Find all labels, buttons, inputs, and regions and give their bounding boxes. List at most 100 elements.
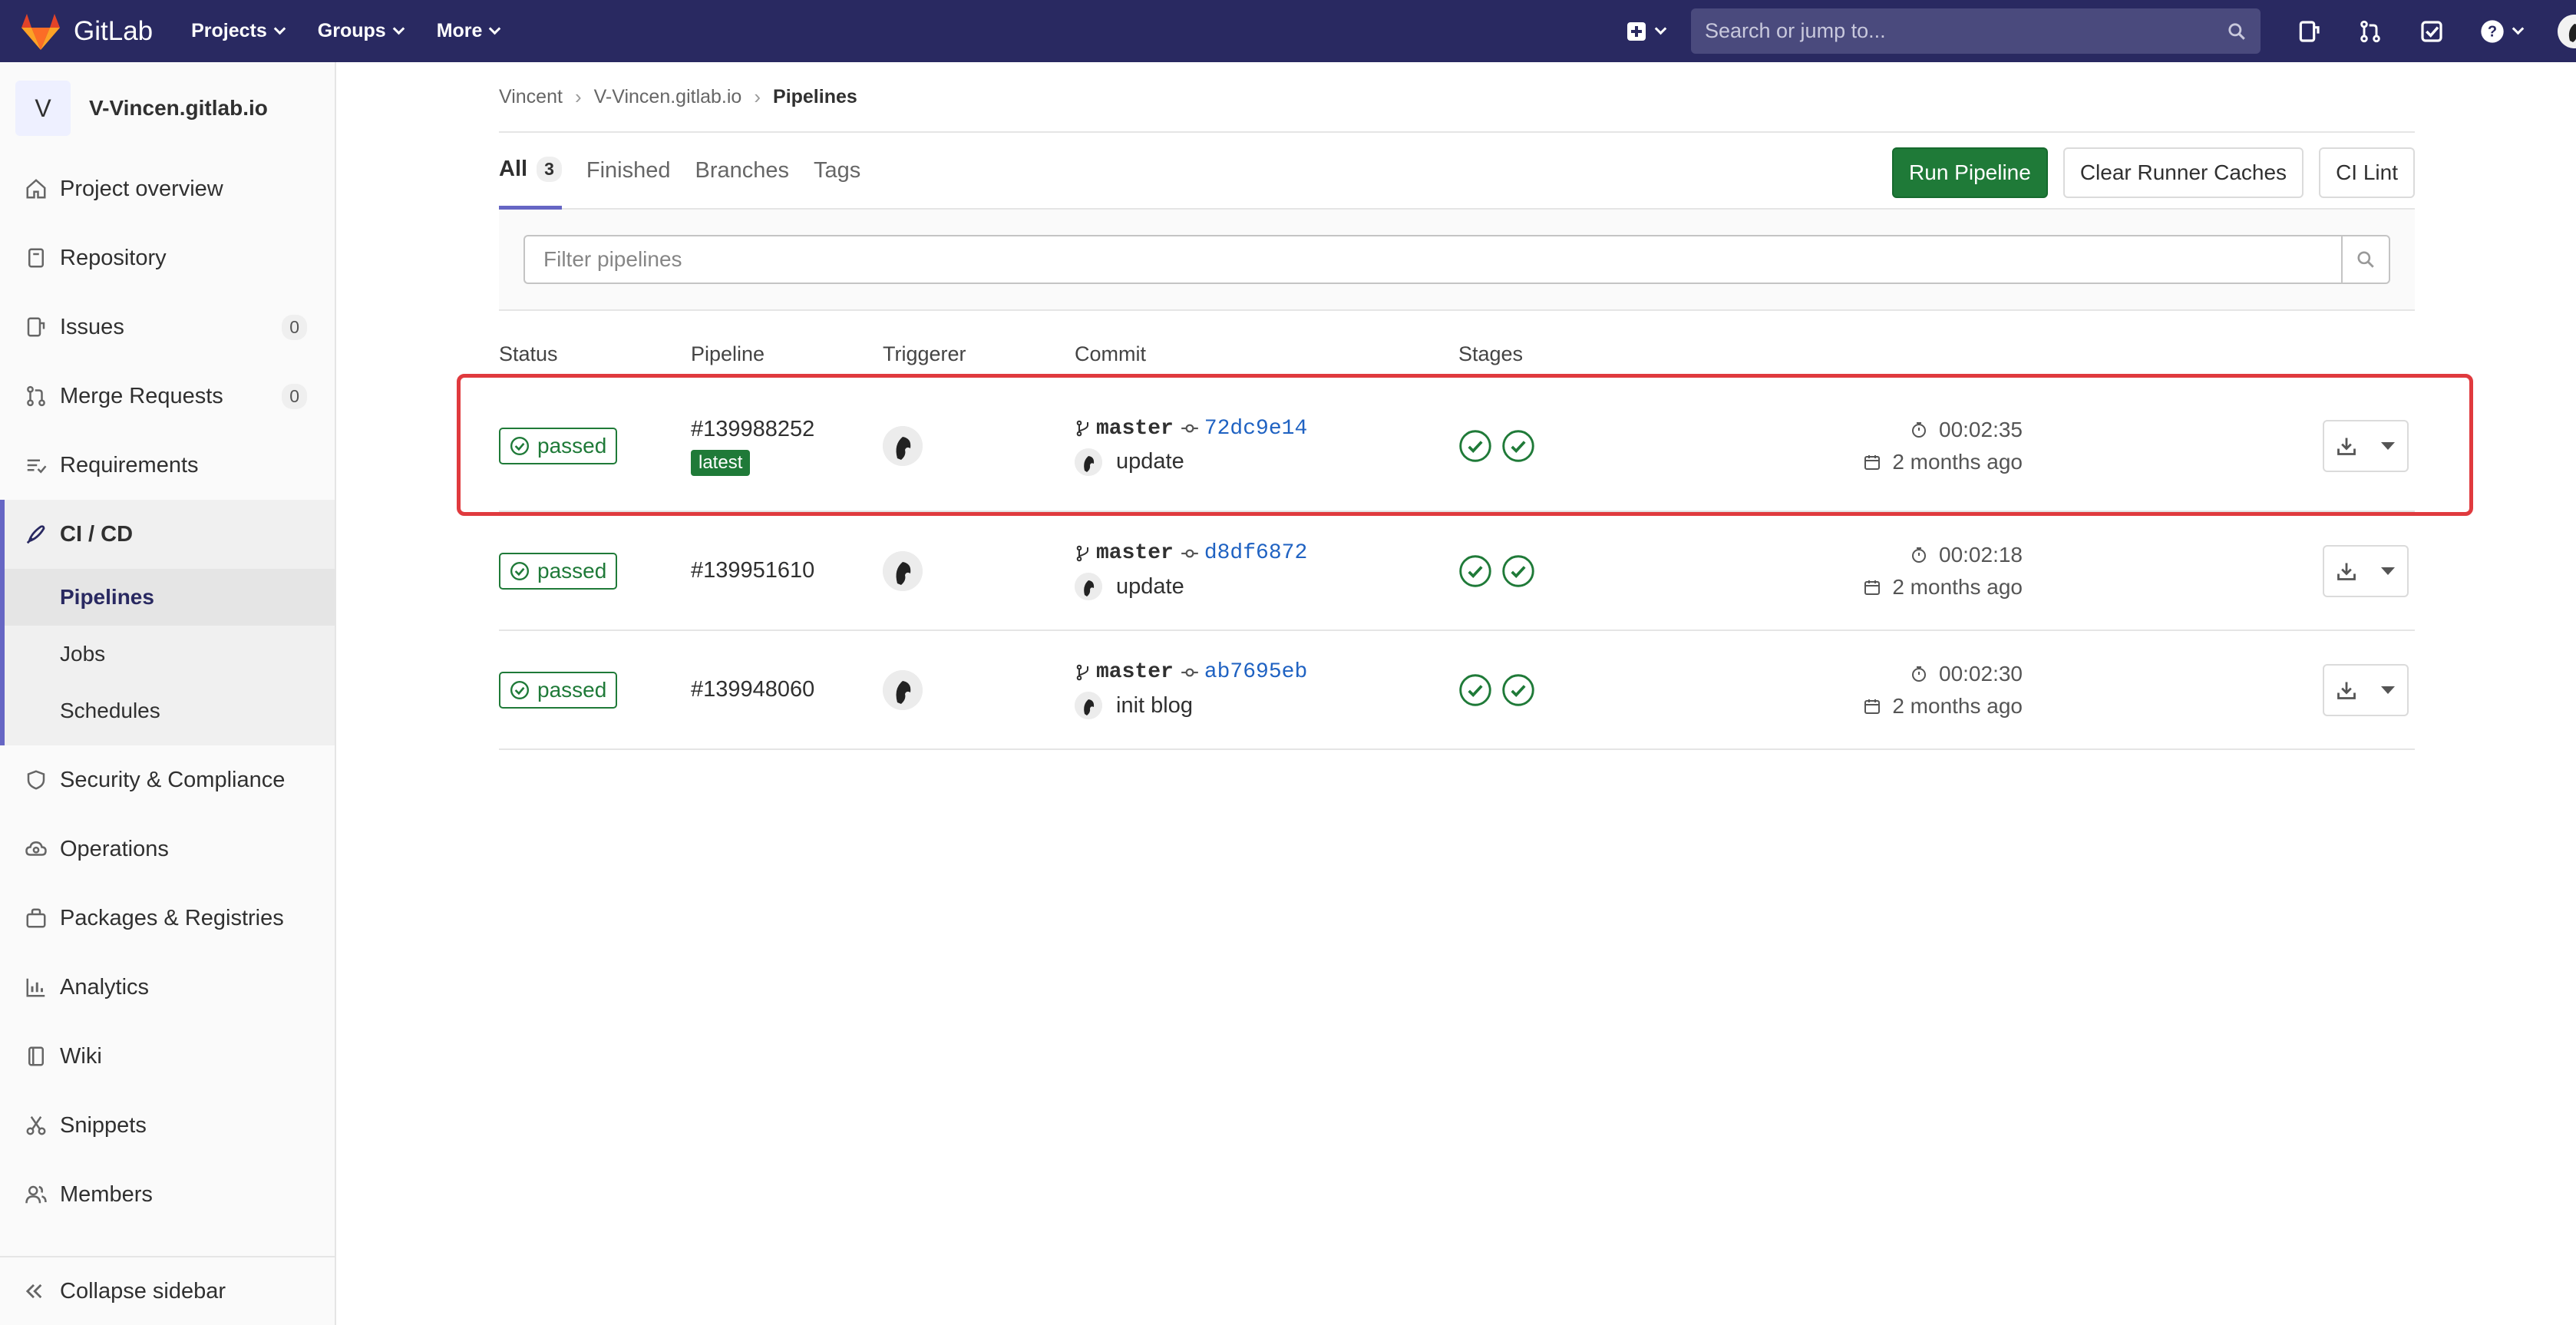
tab-tags[interactable]: Tags	[814, 132, 860, 209]
triggerer-avatar[interactable]	[883, 550, 923, 591]
artifacts-caret-button[interactable]	[2370, 547, 2407, 596]
commit-author-avatar[interactable]	[1075, 573, 1102, 600]
search-icon	[2228, 22, 2245, 40]
breadcrumb-item[interactable]: V-Vincen.gitlab.io	[594, 86, 742, 108]
status-badge[interactable]: passed	[499, 671, 618, 709]
column-header-triggerer: Triggerer	[883, 342, 966, 365]
stage-passed-icon[interactable]	[1458, 554, 1492, 588]
pipeline-timing: 00:02:18 2 months ago	[1838, 539, 2023, 603]
filter-pipelines-input[interactable]: Filter pipelines	[523, 235, 2341, 284]
tab-all[interactable]: All 3	[499, 133, 562, 210]
branch-link[interactable]: master	[1096, 417, 1174, 441]
branch-link[interactable]: master	[1096, 541, 1174, 565]
users-icon	[23, 1181, 49, 1208]
stage-passed-icon[interactable]	[1501, 554, 1535, 588]
project-sidebar: V V-Vincen.gitlab.io Project overview Re…	[0, 62, 336, 1325]
projects-menu[interactable]: Projects	[191, 20, 286, 42]
gitlab-logo[interactable]: GitLab	[20, 12, 153, 51]
table-row: passed #139988252 latest master 72dc9e14…	[499, 382, 2415, 512]
breadcrumb-current[interactable]: Pipelines	[773, 86, 857, 108]
calendar-icon	[1864, 580, 1881, 595]
triggerer-avatar[interactable]	[883, 669, 923, 710]
pipeline-timing: 00:02:30 2 months ago	[1838, 658, 2023, 722]
chevron-down-icon	[1654, 22, 1667, 35]
stage-passed-icon[interactable]	[1501, 429, 1535, 463]
branch-link[interactable]: master	[1096, 660, 1174, 684]
tab-finished[interactable]: Finished	[586, 132, 671, 209]
commit-author-avatar[interactable]	[1075, 692, 1102, 719]
pipeline-id-link[interactable]: #139988252	[691, 417, 883, 442]
sidebar-subitem-jobs[interactable]: Jobs	[5, 626, 335, 682]
sidebar-item-wiki[interactable]: Wiki	[0, 1022, 335, 1091]
user-avatar	[2558, 14, 2576, 48]
sidebar-item-repository[interactable]: Repository	[0, 223, 335, 292]
sidebar-item-operations[interactable]: Operations	[0, 814, 335, 884]
triggerer-avatar[interactable]	[883, 426, 923, 466]
commit-message-link[interactable]: update	[1116, 449, 1184, 474]
pipeline-id-link[interactable]: #139951610	[691, 558, 883, 583]
sidebar-item-snippets[interactable]: Snippets	[0, 1091, 335, 1160]
check-circle-icon	[510, 561, 530, 580]
pipeline-id-link[interactable]: #139948060	[691, 677, 883, 702]
help-menu[interactable]: ?	[2480, 19, 2525, 44]
new-item-button[interactable]	[1627, 21, 1667, 41]
status-badge[interactable]: passed	[499, 552, 618, 590]
project-name: V-Vincen.gitlab.io	[89, 96, 268, 120]
status-badge[interactable]: passed	[499, 428, 618, 464]
filter-search-button[interactable]	[2341, 235, 2390, 284]
search-input[interactable]	[1705, 19, 2196, 43]
merge-requests-shortcut-button[interactable]	[2357, 18, 2383, 45]
issues-shortcut-button[interactable]	[2296, 18, 2322, 45]
ci-lint-button[interactable]: CI Lint	[2319, 147, 2415, 198]
main-content: Vincent › V-Vincen.gitlab.io › Pipelines…	[499, 62, 2415, 750]
breadcrumb-item[interactable]: Vincent	[499, 86, 563, 108]
duration: 00:02:30	[1939, 661, 2023, 686]
todos-shortcut-button[interactable]	[2419, 18, 2445, 45]
issues-icon	[2299, 20, 2320, 42]
collapse-sidebar-button[interactable]: Collapse sidebar	[0, 1256, 335, 1325]
stage-passed-icon[interactable]	[1458, 673, 1492, 707]
commit-sha-link[interactable]: 72dc9e14	[1204, 417, 1307, 441]
breadcrumb: Vincent › V-Vincen.gitlab.io › Pipelines	[499, 62, 2415, 133]
more-menu[interactable]: More	[437, 20, 501, 42]
download-artifacts-button[interactable]	[2324, 547, 2370, 596]
user-menu[interactable]	[2522, 14, 2576, 48]
commit-message-link[interactable]: update	[1116, 574, 1184, 600]
commit-sha-link[interactable]: ab7695eb	[1204, 660, 1307, 684]
sidebar-item-ci-cd[interactable]: CI / CD	[0, 500, 335, 569]
sidebar-item-project-overview[interactable]: Project overview	[0, 154, 335, 223]
sidebar-item-requirements[interactable]: Requirements	[0, 431, 335, 500]
stage-passed-icon[interactable]	[1501, 673, 1535, 707]
commit-message-link[interactable]: init blog	[1116, 693, 1193, 719]
check-circle-icon	[510, 436, 530, 456]
download-artifacts-button[interactable]	[2324, 421, 2370, 471]
clear-runner-caches-button[interactable]: Clear Runner Caches	[2062, 147, 2304, 198]
sidebar-item-security[interactable]: Security & Compliance	[0, 745, 335, 814]
stage-passed-icon[interactable]	[1458, 429, 1492, 463]
sidebar-item-packages[interactable]: Packages & Registries	[0, 884, 335, 953]
project-header[interactable]: V V-Vincen.gitlab.io	[0, 62, 335, 154]
artifacts-caret-button[interactable]	[2370, 666, 2407, 715]
global-search[interactable]	[1691, 8, 2261, 54]
column-header-stages: Stages	[1458, 342, 1524, 365]
groups-menu[interactable]: Groups	[318, 20, 405, 42]
download-artifacts-button[interactable]	[2324, 666, 2370, 715]
artifacts-dropdown	[2323, 663, 2409, 716]
branch-icon	[1076, 545, 1088, 561]
requirements-icon	[23, 452, 49, 478]
artifacts-caret-button[interactable]	[2370, 421, 2407, 471]
sidebar-item-issues[interactable]: Issues 0	[0, 292, 335, 362]
calendar-icon	[1864, 455, 1881, 470]
sidebar-item-merge-requests[interactable]: Merge Requests 0	[0, 362, 335, 431]
commit-author-avatar[interactable]	[1075, 448, 1102, 476]
chevron-right-icon: ›	[574, 84, 582, 108]
commit-sha-link[interactable]: d8df6872	[1204, 541, 1307, 565]
sidebar-subitem-schedules[interactable]: Schedules	[5, 682, 335, 739]
double-chevron-left-icon	[23, 1280, 49, 1302]
sidebar-subitem-pipelines[interactable]: Pipelines	[5, 569, 335, 626]
sidebar-item-analytics[interactable]: Analytics	[0, 953, 335, 1022]
sidebar-item-members[interactable]: Members	[0, 1160, 335, 1229]
run-pipeline-button[interactable]: Run Pipeline	[1892, 147, 2048, 198]
tanuki-icon	[21, 13, 60, 50]
tab-branches[interactable]: Branches	[695, 132, 789, 209]
